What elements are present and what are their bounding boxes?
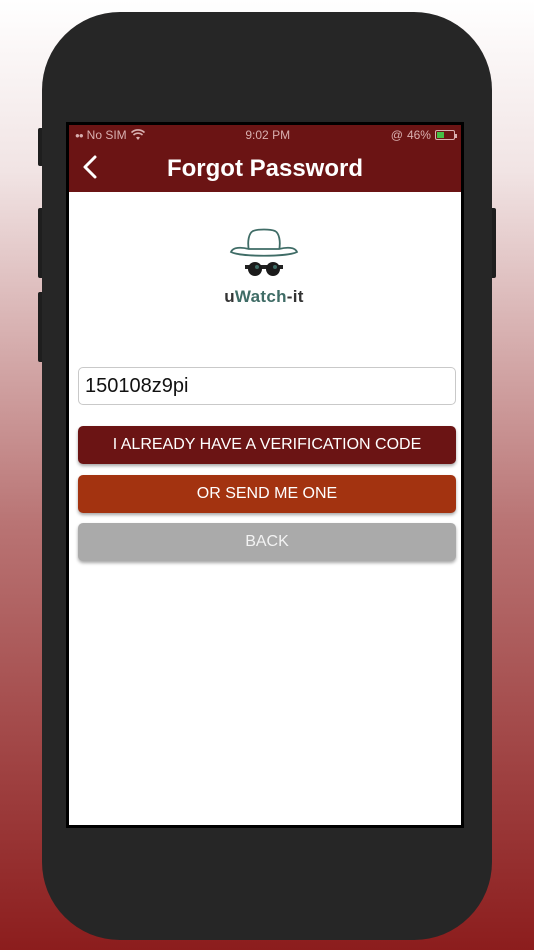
carrier-label: No SIM <box>86 128 127 142</box>
phone-screen: ●● No SIM 9:02 PM @ 46% Forgot Password … <box>66 122 464 828</box>
status-bar: ●● No SIM 9:02 PM @ 46% <box>69 125 461 145</box>
logo-text: uWatch-it <box>219 287 309 307</box>
page-title: Forgot Password <box>166 154 364 182</box>
logo-text-suffix: -it <box>286 287 304 306</box>
battery-icon <box>434 130 457 140</box>
back-button[interactable]: Back <box>78 523 456 561</box>
battery-percent: 46% <box>406 128 431 142</box>
status-left: ●● No SIM <box>75 128 145 142</box>
username-input[interactable] <box>78 367 456 405</box>
logo-text-prefix: u <box>224 287 235 306</box>
chevron-left-icon[interactable] <box>77 153 105 181</box>
signal-icon: ●● <box>75 130 84 140</box>
nav-bar: Forgot Password <box>69 145 461 192</box>
app-screen: ●● No SIM 9:02 PM @ 46% Forgot Password … <box>69 125 461 825</box>
status-right: @ 46% <box>390 128 457 142</box>
orientation-lock-icon: @ <box>390 128 403 142</box>
battery-fill <box>436 132 445 138</box>
spy-hat-glasses-icon <box>229 228 299 276</box>
send-code-button[interactable]: Or send me one <box>78 475 456 513</box>
verification-code-button[interactable]: I already have a verification code <box>78 426 456 464</box>
status-time: 9:02 PM <box>245 128 291 142</box>
logo-text-mid: Watch <box>234 287 287 306</box>
app-logo: uWatch-it <box>219 225 309 307</box>
wifi-icon <box>130 129 145 140</box>
